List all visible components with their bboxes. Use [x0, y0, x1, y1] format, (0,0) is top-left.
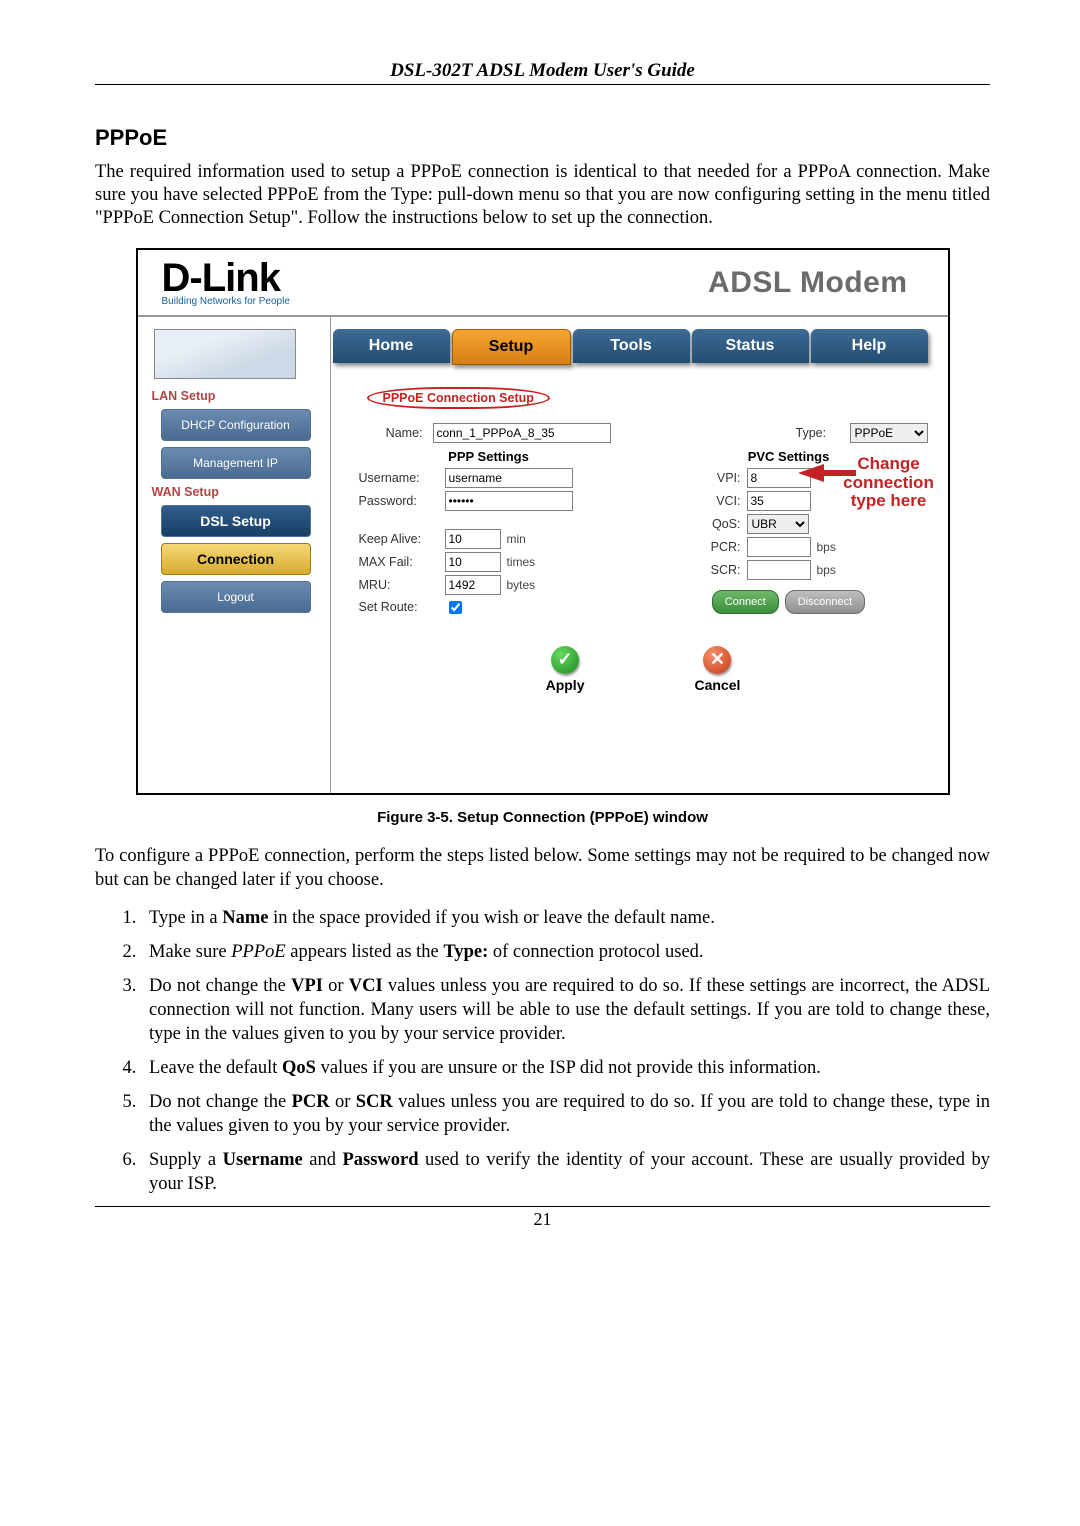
sidebar-lan-title: LAN Setup	[152, 389, 322, 403]
password-label: Password:	[359, 494, 445, 508]
apply-button[interactable]: ✓ Apply	[546, 646, 585, 693]
sidebar-wan-title: WAN Setup	[152, 485, 322, 499]
keepalive-input[interactable]	[445, 529, 501, 549]
step-5: Do not change the PCR or SCR values unle…	[141, 1090, 990, 1138]
step-2: Make sure PPPoE appears listed as the Ty…	[141, 940, 990, 964]
qos-label: QoS:	[689, 517, 747, 531]
vci-label: VCI:	[689, 494, 747, 508]
callout-change-type: Change connection type here	[828, 455, 950, 511]
qos-select[interactable]: UBR	[747, 514, 809, 534]
tab-status[interactable]: Status	[692, 329, 809, 363]
mru-unit: bytes	[507, 578, 536, 592]
name-label: Name:	[359, 426, 423, 440]
scr-label: SCR:	[689, 563, 747, 577]
arrow-icon	[798, 464, 824, 482]
sidebar-item-logout[interactable]: Logout	[161, 581, 311, 613]
sidebar-item-connection[interactable]: Connection	[161, 543, 311, 575]
tab-help[interactable]: Help	[811, 329, 928, 363]
setroute-checkbox[interactable]	[449, 601, 462, 614]
step-3: Do not change the VPI or VCI values unle…	[141, 974, 990, 1046]
figure-caption: Figure 3-5. Setup Connection (PPPoE) win…	[95, 809, 990, 826]
keepalive-unit: min	[507, 532, 526, 546]
page-footer: 21	[95, 1206, 990, 1230]
type-select[interactable]: PPPoE	[850, 423, 928, 443]
tab-setup[interactable]: Setup	[452, 329, 571, 365]
mru-label: MRU:	[359, 578, 445, 592]
section-title: PPPoE	[95, 125, 990, 151]
page-number: 21	[534, 1209, 552, 1229]
brand-logo: D-Link	[162, 258, 290, 298]
maxfail-label: MAX Fail:	[359, 555, 445, 569]
maxfail-input[interactable]	[445, 552, 501, 572]
after-figure-paragraph: To configure a PPPoE connection, perform…	[95, 844, 990, 892]
brand-title: ADSL Modem	[708, 266, 907, 300]
scr-unit: bps	[817, 563, 836, 577]
sidebar-item-dsl-setup[interactable]: DSL Setup	[161, 505, 311, 537]
pcr-input[interactable]	[747, 537, 811, 557]
pcr-unit: bps	[817, 540, 836, 554]
tab-tools[interactable]: Tools	[573, 329, 690, 363]
running-head: DSL-302T ADSL Modem User's Guide	[95, 60, 990, 85]
ppp-settings-title: PPP Settings	[359, 449, 619, 464]
step-1: Type in a Name in the space provided if …	[141, 906, 990, 930]
step-4: Leave the default QoS values if you are …	[141, 1056, 990, 1080]
keepalive-label: Keep Alive:	[359, 532, 445, 546]
sidebar-item-management-ip[interactable]: Management IP	[161, 447, 311, 479]
figure-pppoe-window: D-Link Building Networks for People ADSL…	[95, 248, 990, 795]
cancel-label: Cancel	[694, 677, 740, 693]
tab-bar: Home Setup Tools Status Help	[331, 329, 928, 365]
steps-list: Type in a Name in the space provided if …	[95, 906, 990, 1196]
username-label: Username:	[359, 471, 445, 485]
password-input[interactable]	[445, 491, 573, 511]
sidebar-item-dhcp[interactable]: DHCP Configuration	[161, 409, 311, 441]
disconnect-button[interactable]: Disconnect	[785, 590, 865, 614]
intro-paragraph: The required information used to setup a…	[95, 161, 990, 230]
check-icon: ✓	[551, 646, 579, 674]
device-thumbnail	[154, 329, 296, 379]
step-6: Supply a Username and Password used to v…	[141, 1148, 990, 1196]
scr-input[interactable]	[747, 560, 811, 580]
tab-home[interactable]: Home	[333, 329, 450, 363]
vpi-label: VPI:	[689, 471, 747, 485]
maxfail-unit: times	[507, 555, 536, 569]
type-label: Type:	[796, 426, 840, 440]
apply-label: Apply	[546, 677, 585, 693]
setroute-label: Set Route:	[359, 600, 445, 614]
arrow-stem-icon	[822, 470, 856, 476]
pcr-label: PCR:	[689, 540, 747, 554]
cancel-button[interactable]: ✕ Cancel	[694, 646, 740, 693]
vci-input[interactable]	[747, 491, 811, 511]
brand-tagline: Building Networks for People	[162, 296, 290, 307]
mru-input[interactable]	[445, 575, 501, 595]
sidebar: LAN Setup DHCP Configuration Management …	[138, 317, 331, 793]
group-title-pppoe-setup: PPPoE Connection Setup	[367, 387, 550, 409]
name-input[interactable]	[433, 423, 611, 443]
username-input[interactable]	[445, 468, 573, 488]
connect-button[interactable]: Connect	[712, 590, 779, 614]
close-icon: ✕	[703, 646, 731, 674]
